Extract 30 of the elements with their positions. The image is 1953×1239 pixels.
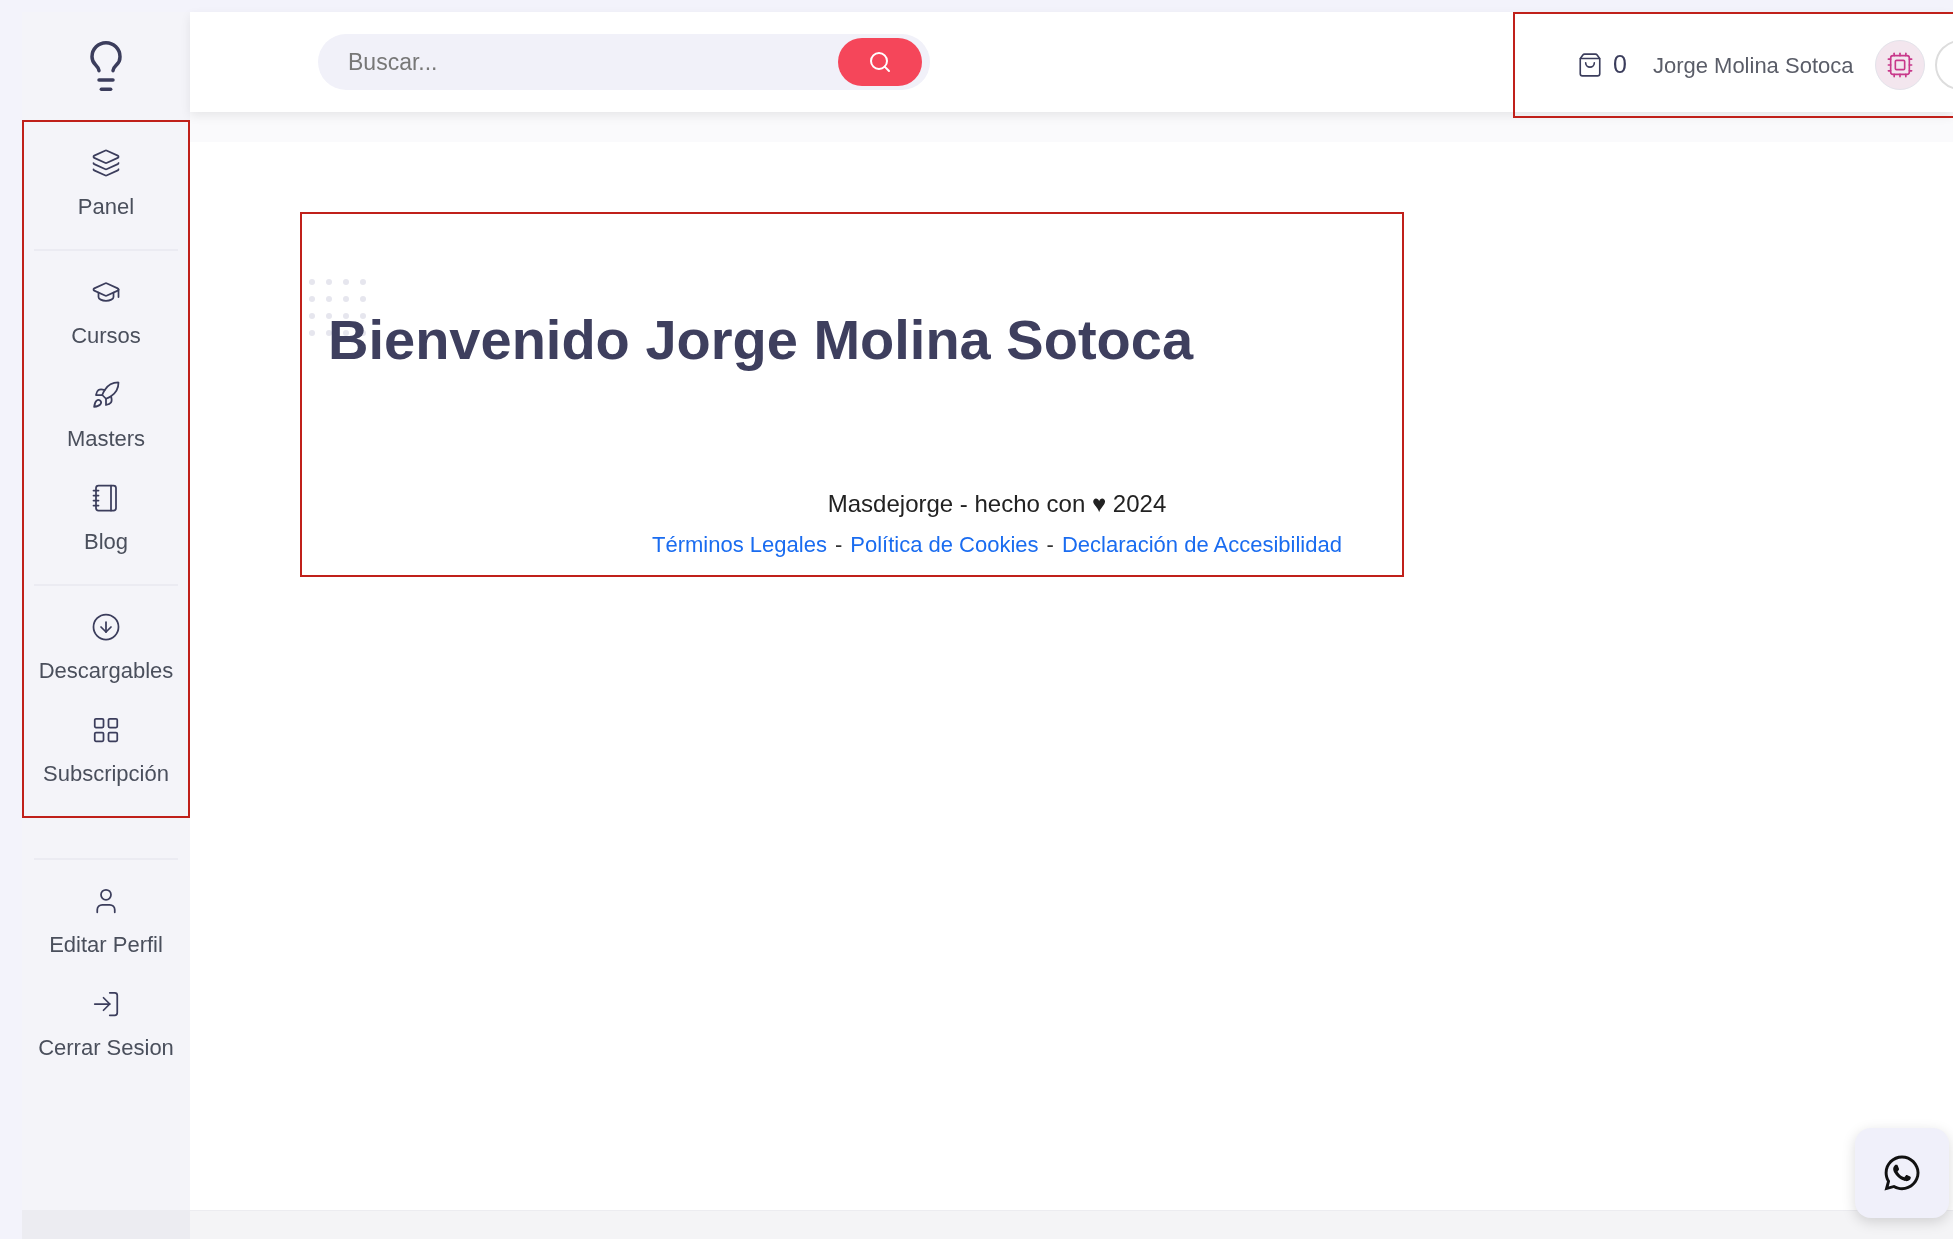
whatsapp-button[interactable]: [1855, 1128, 1949, 1218]
sidebar-item[interactable]: Subscripción: [43, 715, 169, 790]
footer-text: Masdejorge - hecho con ♥ 2024: [827, 489, 1167, 519]
whatsapp-icon: [1882, 1153, 1922, 1193]
footer-link[interactable]: Política de Cookies: [850, 528, 1039, 561]
sidebar-item[interactable]: Panel: [77, 148, 135, 223]
sidebar-item[interactable]: Cursos: [71, 277, 141, 352]
layers-icon: [91, 148, 121, 178]
user-name[interactable]: Jorge Molina Sotoca: [1652, 48, 1854, 82]
footer-link[interactable]: Declaración de Accesibilidad: [1061, 528, 1342, 561]
search-icon: [868, 50, 892, 74]
search-field[interactable]: Buscar...: [348, 44, 838, 80]
avatar[interactable]: [1875, 40, 1926, 90]
link-separator: -: [834, 531, 843, 559]
welcome-heading: Bienvenido Jorge Molina Sotoca: [328, 307, 1195, 373]
chip-icon: [1886, 51, 1915, 79]
sidebar-item[interactable]: Editar Perfil: [49, 886, 163, 961]
sidebar-item[interactable]: Masters: [66, 380, 146, 455]
shopping-bag-icon[interactable]: [1577, 52, 1603, 78]
sidebar-item[interactable]: Cerrar Sesion: [38, 989, 174, 1064]
footer-link[interactable]: Términos Legales: [652, 528, 827, 561]
link-separator: -: [1046, 531, 1054, 559]
cart-count: 0: [1613, 49, 1627, 81]
search-button[interactable]: [838, 38, 922, 86]
rocket-icon: [91, 380, 121, 410]
sidebar-item[interactable]: Blog: [83, 483, 128, 558]
sidebar-item[interactable]: Descargables: [38, 612, 174, 687]
grid-icon: [91, 715, 121, 745]
download-circle-icon: [91, 612, 121, 642]
search-bar[interactable]: Buscar...: [318, 34, 930, 90]
